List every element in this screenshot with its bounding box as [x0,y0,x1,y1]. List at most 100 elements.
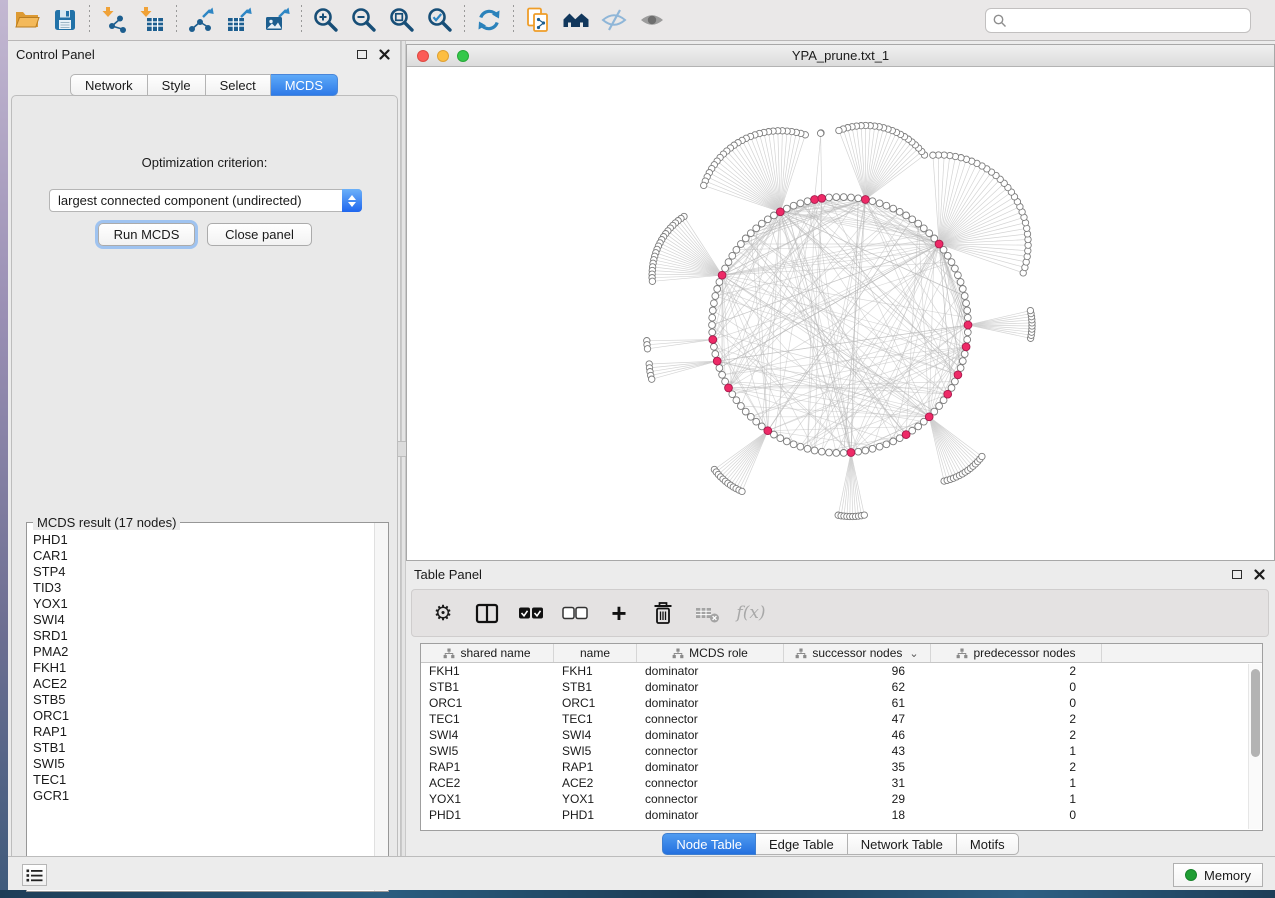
table-cell[interactable]: connector [637,743,784,759]
network-node[interactable] [712,293,719,300]
network-canvas[interactable] [407,67,1274,560]
network-node[interactable] [758,220,765,227]
list-item[interactable]: TID3 [27,580,375,596]
network-node[interactable] [833,450,840,457]
list-item[interactable]: CAR1 [27,548,375,564]
table-cell[interactable]: PHD1 [554,807,637,823]
table-cell[interactable]: 0 [931,695,1102,711]
mcds-hub-node[interactable] [954,371,962,379]
list-item[interactable]: SWI4 [27,612,375,628]
list-item[interactable]: SRD1 [27,628,375,644]
column-header-predecessor-nodes[interactable]: predecessor nodes [931,644,1102,662]
network-node[interactable] [711,300,718,307]
network-leaf-node[interactable] [836,127,842,133]
network-node[interactable] [903,212,910,219]
network-leaf-node[interactable] [649,278,655,284]
mcds-hub-node[interactable] [962,343,970,351]
network-node[interactable] [964,329,971,336]
window-close-button[interactable] [417,50,429,62]
table-cell[interactable]: 47 [784,711,931,727]
window-minimize-button[interactable] [437,50,449,62]
zoom-in-button[interactable] [307,3,345,37]
network-node[interactable] [818,448,825,455]
table-row[interactable]: YOX1YOX1connector291 [421,791,1262,807]
mcds-hub-node[interactable] [925,413,933,421]
network-leaf-node[interactable] [701,182,707,188]
network-node[interactable] [747,230,754,237]
network-node[interactable] [915,220,922,227]
table-cell[interactable]: dominator [637,663,784,679]
network-node[interactable] [964,336,971,343]
network-leaf-node[interactable] [930,152,936,158]
network-node[interactable] [926,230,933,237]
tab-network[interactable]: Network [70,74,148,96]
table-cell[interactable]: connector [637,711,784,727]
network-node[interactable] [909,216,916,223]
table-cell[interactable]: SWI5 [554,743,637,759]
network-node[interactable] [833,194,840,201]
close-panel-button[interactable] [376,46,392,62]
criterion-dropdown[interactable]: largest connected component (undirected) [49,189,362,212]
network-node[interactable] [896,208,903,215]
network-node[interactable] [855,448,862,455]
table-cell[interactable]: RAP1 [554,759,637,775]
delete-table-button[interactable] [690,595,724,631]
column-header-MCDS-role[interactable]: MCDS role [637,644,784,662]
search-field[interactable] [985,8,1251,33]
toggle-panel-layout-button[interactable] [470,595,504,631]
table-scrollbar[interactable] [1248,664,1261,829]
network-node[interactable] [738,403,745,410]
network-node[interactable] [742,408,749,415]
mcds-hub-node[interactable] [862,196,870,204]
table-cell[interactable]: FKH1 [421,663,554,679]
result-list-scrollbar[interactable] [374,523,388,891]
network-node[interactable] [955,272,962,279]
network-node[interactable] [964,314,971,321]
export-image-button[interactable] [258,3,296,37]
mcds-hub-node[interactable] [847,449,855,457]
network-node[interactable] [826,194,833,201]
table-cell[interactable]: 31 [784,775,931,791]
zoom-selected-button[interactable] [421,3,459,37]
table-cell[interactable]: 1 [931,791,1102,807]
tab-motifs[interactable]: Motifs [957,833,1019,855]
table-row[interactable]: STB1STB1dominator620 [421,679,1262,695]
network-node[interactable] [959,286,966,293]
table-cell[interactable]: TEC1 [554,711,637,727]
network-node[interactable] [725,259,732,266]
network-node[interactable] [729,252,736,259]
list-item[interactable]: RAP1 [27,724,375,740]
apply-function-button[interactable]: f(x) [734,595,768,631]
table-cell[interactable]: dominator [637,695,784,711]
table-cell[interactable]: 96 [784,663,931,679]
list-item[interactable]: GCR1 [27,788,375,804]
column-header-name[interactable]: name [554,644,637,662]
network-node[interactable] [957,279,964,286]
network-node[interactable] [738,241,745,248]
show-all-button[interactable] [633,3,671,37]
table-cell[interactable]: dominator [637,807,784,823]
table-cell[interactable]: SWI4 [421,727,554,743]
network-node[interactable] [709,307,716,314]
network-node[interactable] [733,397,740,404]
network-node[interactable] [883,202,890,209]
network-node[interactable] [733,246,740,253]
mcds-hub-node[interactable] [935,240,943,248]
network-node[interactable] [876,443,883,450]
network-node[interactable] [952,265,959,272]
table-cell[interactable]: dominator [637,679,784,695]
column-header-shared-name[interactable]: shared name [421,644,554,662]
tab-edge-table[interactable]: Edge Table [756,833,848,855]
float-panel-button[interactable] [354,46,370,62]
table-row[interactable]: ORC1ORC1dominator610 [421,695,1262,711]
list-item[interactable]: YOX1 [27,596,375,612]
table-cell[interactable]: 43 [784,743,931,759]
table-cell[interactable]: TEC1 [421,711,554,727]
import-table-button[interactable] [133,3,171,37]
network-node[interactable] [777,435,784,442]
mcds-hub-node[interactable] [811,196,819,204]
table-cell[interactable]: dominator [637,759,784,775]
panel-menu-button[interactable] [22,864,47,886]
network-node[interactable] [722,265,729,272]
table-row[interactable]: SWI5SWI5connector431 [421,743,1262,759]
